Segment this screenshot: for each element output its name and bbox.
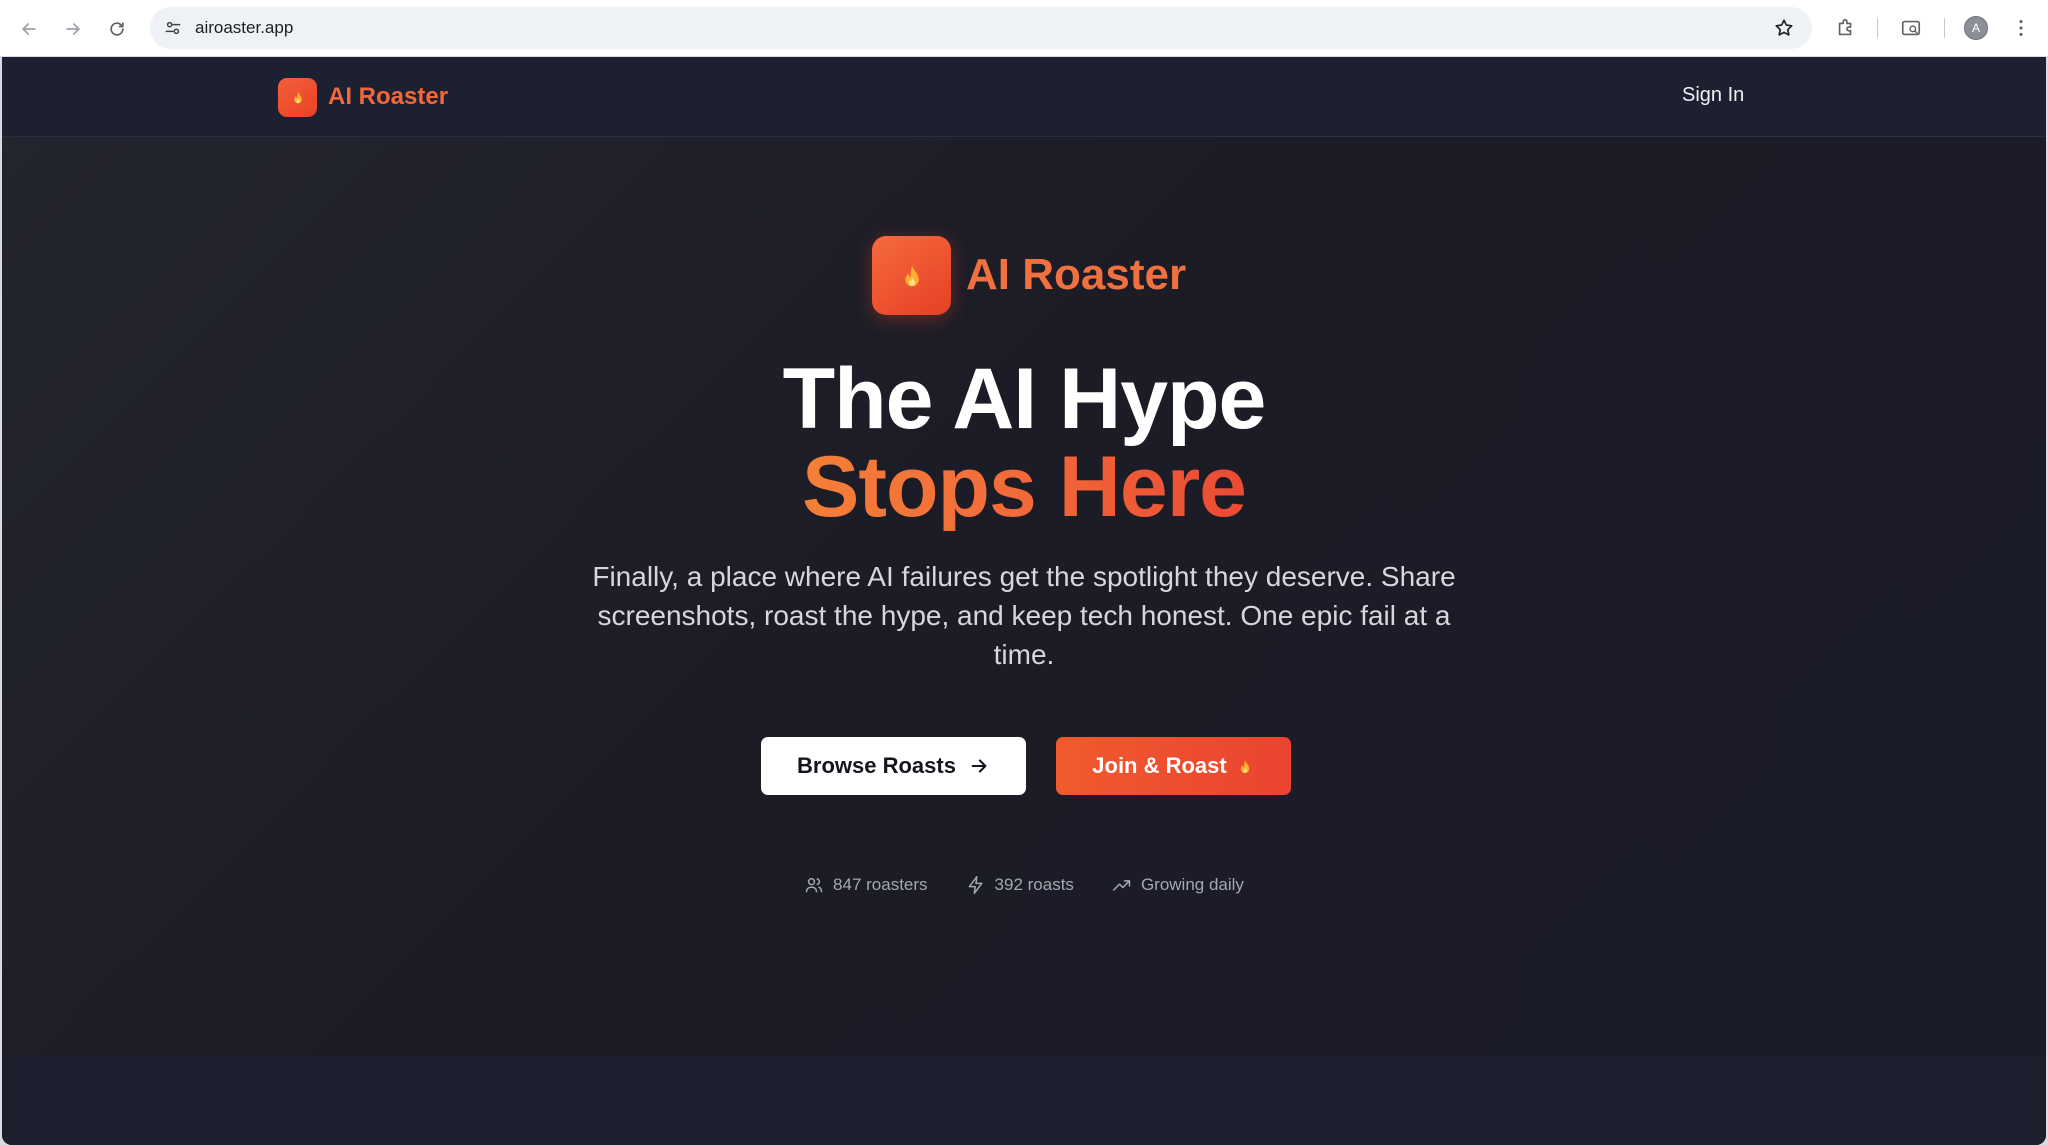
trending-up-icon — [1112, 880, 1131, 891]
bookmark-button[interactable] — [1772, 16, 1796, 40]
stat-roasters-label: 847 roasters — [833, 875, 928, 894]
tab-search-button[interactable] — [1896, 13, 1926, 43]
arrow-right-icon — [66, 23, 80, 35]
hero-logo-badge — [872, 235, 951, 315]
extensions-button[interactable] — [1831, 13, 1861, 43]
page-viewport: AI Roaster Sign In AI Roaster The AI Hyp… — [2, 57, 2046, 1145]
reload-button[interactable] — [100, 12, 134, 46]
flame-icon — [1240, 760, 1249, 774]
stat-growth-label: Growing daily — [1140, 875, 1244, 894]
flame-icon — [904, 265, 919, 287]
browse-roasts-button[interactable]: Browse Roasts — [761, 737, 1026, 795]
join-roast-button[interactable]: Join & Roast — [1056, 737, 1291, 795]
hero-subtitle: Finally, a place where AI failures get t… — [592, 561, 1456, 670]
stat-growth: Growing daily — [1112, 875, 1244, 895]
hero-logo: AI Roaster — [872, 235, 1186, 315]
toolbar-divider — [1877, 18, 1878, 38]
brand-name: AI Roaster — [328, 83, 449, 110]
zap-icon — [968, 875, 983, 895]
forward-button[interactable] — [56, 12, 90, 46]
hero-stats: 847 roasters 392 roasts Growing daily — [2, 875, 2046, 895]
reload-icon — [110, 22, 124, 36]
site-info-button[interactable] — [160, 15, 186, 41]
puzzle-icon — [1838, 18, 1852, 36]
stat-roasts-label: 392 roasts — [994, 875, 1074, 894]
flame-icon — [293, 91, 302, 104]
headline-line-2: Stops Here — [801, 439, 1247, 535]
back-button[interactable] — [12, 12, 46, 46]
site-header: AI Roaster Sign In — [2, 57, 2046, 137]
star-icon — [1775, 19, 1793, 36]
address-bar[interactable]: airoaster.app — [150, 7, 1812, 49]
lower-section-background — [2, 1057, 2046, 1145]
stat-roasts: 392 roasts — [966, 875, 1074, 895]
hero-brand-name: AI Roaster — [966, 250, 1187, 299]
url-text[interactable]: airoaster.app — [195, 18, 293, 38]
users-icon — [805, 878, 823, 893]
browse-roasts-label: Browse Roasts — [797, 753, 956, 778]
browser-toolbar: airoaster.app A — [0, 0, 2048, 57]
stat-roasters: 847 roasters — [804, 875, 928, 895]
browser-menu-button[interactable] — [2006, 13, 2036, 43]
logo-badge — [278, 77, 317, 117]
tab-search-icon — [1901, 20, 1921, 36]
arrow-right-icon — [971, 759, 987, 773]
profile-avatar[interactable]: A — [1964, 16, 1988, 40]
sign-in-link[interactable]: Sign In — [1682, 84, 1744, 107]
header-logo[interactable]: AI Roaster — [278, 77, 448, 117]
hero-headline: The AI Hype Stops Here — [2, 355, 2046, 531]
headline-line-1: The AI Hype — [782, 351, 1267, 447]
arrow-left-icon — [22, 23, 36, 35]
toolbar-divider — [1944, 18, 1945, 38]
join-roast-label: Join & Roast — [1092, 753, 1227, 778]
tune-icon — [165, 21, 181, 35]
more-vertical-icon — [2019, 20, 2023, 36]
